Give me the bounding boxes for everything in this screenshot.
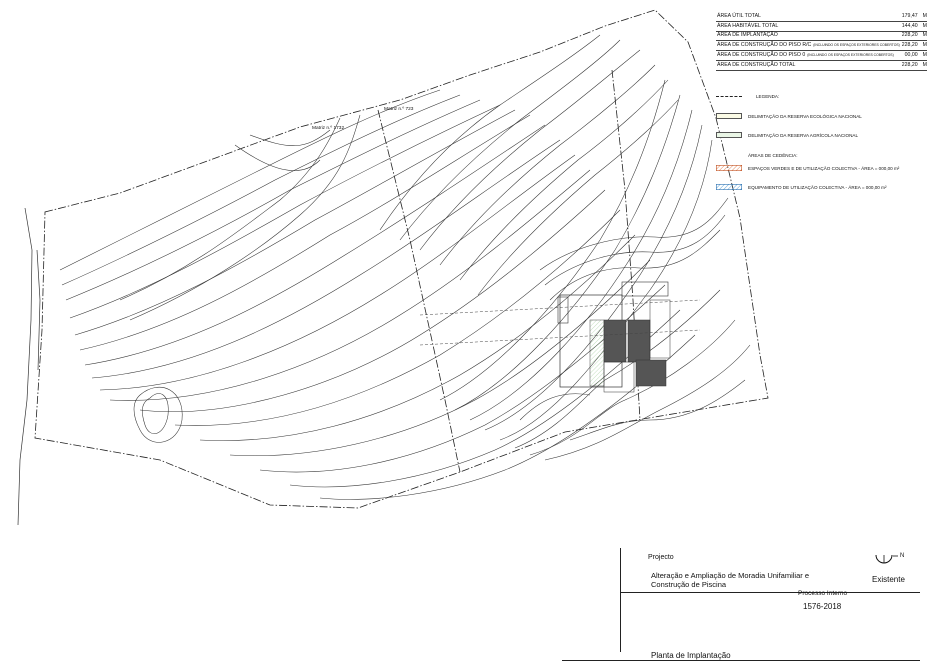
area-unit: M² [921,50,927,61]
legend-item-label: EQUIPAMENTO DE UTILIZAÇÃO COLECTIVA - ÁR… [748,184,887,190]
area-value: 144,40 [900,21,922,32]
area-row: ÁREA DE CONSTRUÇÃO DO PISO R/C (INCLUINDO… [716,40,927,52]
legend-item-label: ESPAÇOS VERDES E DE UTILIZAÇÃO COLECTIVA… [748,165,900,171]
processo-number: 1576-2018 [803,602,842,611]
matriz-label-1732: Matriz n.º 1732 [312,126,345,131]
north-letter: N [900,553,905,559]
project-title-line-2: Construção de Piscina [651,580,727,589]
area-value: 228,20 [900,60,922,71]
legend-item-ran: DELIMITAÇÃO DA RESERVA AGRÍCOLA NACIONAL [716,131,858,139]
area-row: ÁREA HABITÁVEL TOTAL 144,40 M² [716,21,927,32]
cedencia-heading: ÁREAS DE CEDÊNCIA: [748,153,798,158]
area-unit: M² [921,31,927,42]
legend-item-espacos-verdes: ESPAÇOS VERDES E DE UTILIZAÇÃO COLECTIVA… [716,164,899,172]
boundary-line-icon [716,95,742,97]
title-block-divider [620,592,920,593]
area-unit: M² [921,12,927,22]
area-label: ÁREA ÚTIL TOTAL [716,12,901,22]
contour-lines [59,34,751,500]
area-label: ÁREA DE CONSTRUÇÃO DO PISO 0 (INCLUINDO O… [716,50,901,61]
area-value: 228,20 [900,40,922,52]
drawing-title: Planta de Implantação [651,651,731,660]
blue-hatch-swatch-icon [716,184,742,190]
legend-item-equipamento: EQUIPAMENTO DE UTILIZAÇÃO COLECTIVA - ÁR… [716,183,887,191]
area-table: ÁREA ÚTIL TOTAL 179,47 M² ÁREA HABITÁVEL… [716,12,927,71]
area-row: ÁREA ÚTIL TOTAL 179,47 M² [716,12,927,22]
area-label: ÁREA DE IMPLANTAÇÃO [716,31,901,42]
area-unit: M² [921,60,927,71]
ren-swatch-icon [716,113,742,119]
area-value: 179,47 [900,12,922,22]
processo-label: Processo Interno [798,590,848,597]
legend-title: LEGENDA: [756,93,780,99]
legend-item-label: DELIMITAÇÃO DA RESERVA ECOLÓGICA NACIONA… [748,113,862,119]
area-row: ÁREA DE CONSTRUÇÃO DO PISO 0 (INCLUINDO O… [716,50,927,61]
projecto-label: Projecto [648,554,674,561]
status-label: Existente [872,575,905,584]
ran-swatch-icon [716,132,742,138]
matriz-label-723: Matriz n.º 723 [384,107,414,112]
project-title-line-1: Alteração e Ampliação de Moradia Unifami… [651,571,809,580]
area-label: ÁREA DE CONSTRUÇÃO DO PISO R/C (INCLUINDO… [716,40,901,52]
area-row: ÁREA DE CONSTRUÇÃO TOTAL 228,20 M² [716,60,927,71]
house-plan [419,281,701,393]
property-boundary [34,9,769,509]
area-label: ÁREA DE CONSTRUÇÃO TOTAL [716,60,901,71]
title-block-divider [562,660,920,661]
legend-item-ren: DELIMITAÇÃO DA RESERVA ECOLÓGICA NACIONA… [716,112,862,120]
title-block-divider [620,548,621,652]
area-label: ÁREA HABITÁVEL TOTAL [716,21,901,32]
area-value: 00,00 [900,50,922,61]
area-unit: M² [921,21,927,32]
orange-hatch-swatch-icon [716,165,742,171]
area-row: ÁREA DE IMPLANTAÇÃO 228,20 M² [716,31,927,42]
area-value: 228,20 [900,31,922,42]
legend-title-row: LEGENDA: [716,92,779,100]
left-road-edge [17,207,41,526]
legend-item-label: DELIMITAÇÃO DA RESERVA AGRÍCOLA NACIONAL [748,132,859,138]
site-plan-drawing [17,9,769,526]
area-unit: M² [921,40,927,52]
